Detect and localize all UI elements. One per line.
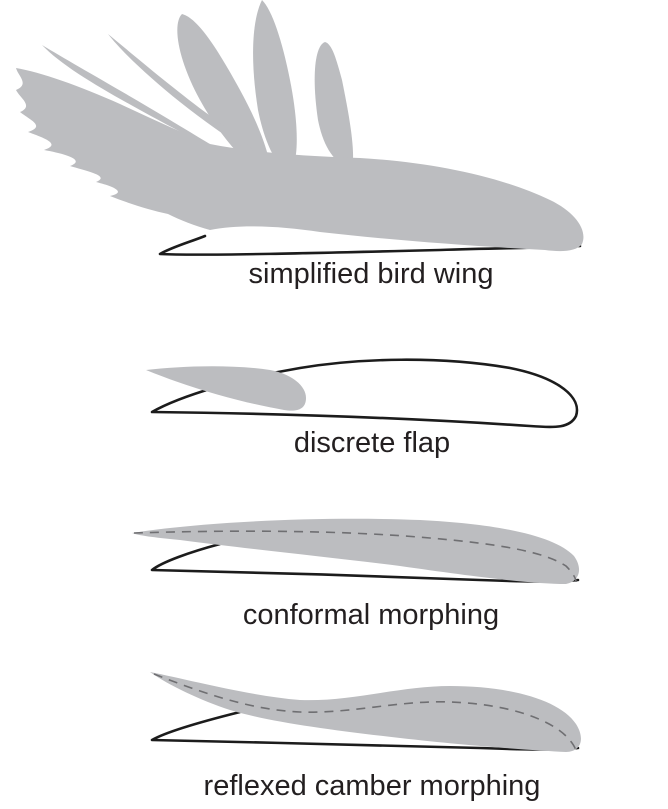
- conformal-morphing-panel: conformal morphing: [132, 518, 580, 631]
- discrete-flap-caption: discrete flap: [294, 427, 450, 459]
- bird-wing-panel: simplified bird wing: [16, 0, 584, 290]
- reflexed-camber-panel: reflexed camber morphing: [150, 672, 581, 802]
- reflexed-camber-caption: reflexed camber morphing: [204, 770, 541, 802]
- primary-feather-3: [314, 42, 354, 170]
- bird-feathers: [16, 0, 584, 252]
- wing-body: [16, 68, 584, 252]
- conformal-morphed-wing: [132, 518, 580, 584]
- wing-comparison-diagram: simplified bird wing discrete flap confo…: [16, 0, 584, 802]
- bird-wing-caption: simplified bird wing: [249, 258, 494, 290]
- conformal-morphing-caption: conformal morphing: [243, 599, 499, 631]
- discrete-flap-panel: discrete flap: [146, 358, 579, 459]
